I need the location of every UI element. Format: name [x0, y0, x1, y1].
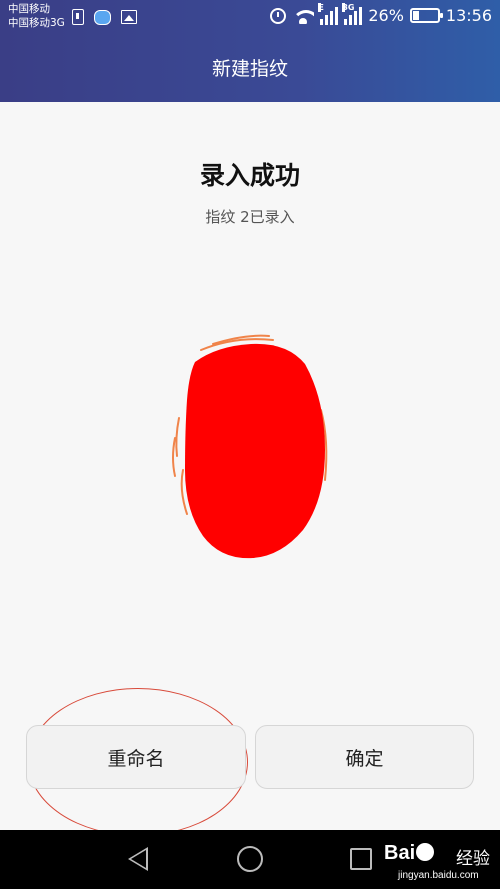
baidu-logo: Bai [384, 842, 435, 865]
wifi-icon [292, 8, 315, 24]
battery-percent: 26% [368, 6, 404, 25]
carrier-1: 中国移动 [8, 3, 50, 15]
home-icon[interactable] [237, 846, 263, 872]
recent-apps-icon[interactable] [350, 848, 372, 870]
signal-icon: 3G [342, 2, 363, 25]
system-status-icons: E 3G 26% 13:56 [270, 2, 492, 25]
rename-button[interactable]: 重命名 [26, 725, 246, 789]
page-title: 新建指纹 [0, 36, 500, 102]
battery-icon [409, 8, 443, 23]
clock: 13:56 [445, 6, 492, 25]
enrolled-status-text: 指纹 2已录入 [205, 208, 295, 226]
message-bubble-icon [94, 9, 111, 25]
confirm-button[interactable]: 确定 [255, 725, 474, 789]
watermark-text: 经验 [456, 849, 490, 869]
image-icon [121, 10, 137, 24]
status-bar: 中国移动 中国移动3G E 3G 26% 13:56 [0, 0, 500, 36]
notification-icons [72, 9, 137, 25]
fingerprint-image [172, 334, 328, 559]
carrier-info: 中国移动 中国移动3G [8, 2, 65, 30]
signal-icon: E [318, 2, 339, 25]
carrier-2: 中国移动3G [8, 17, 65, 29]
watermark-url: jingyan.baidu.com [398, 870, 479, 881]
success-headline: 录入成功 [199, 161, 300, 190]
baidu-watermark: Bai 经验 jingyan.baidu.com [384, 836, 496, 886]
network-type-label: E [318, 2, 324, 12]
paw-icon [416, 843, 435, 861]
usb-icon [72, 9, 84, 25]
alarm-icon [270, 7, 287, 24]
network-type-label: 3G [342, 2, 355, 12]
redaction-blob [185, 343, 325, 559]
back-icon[interactable] [128, 847, 148, 871]
